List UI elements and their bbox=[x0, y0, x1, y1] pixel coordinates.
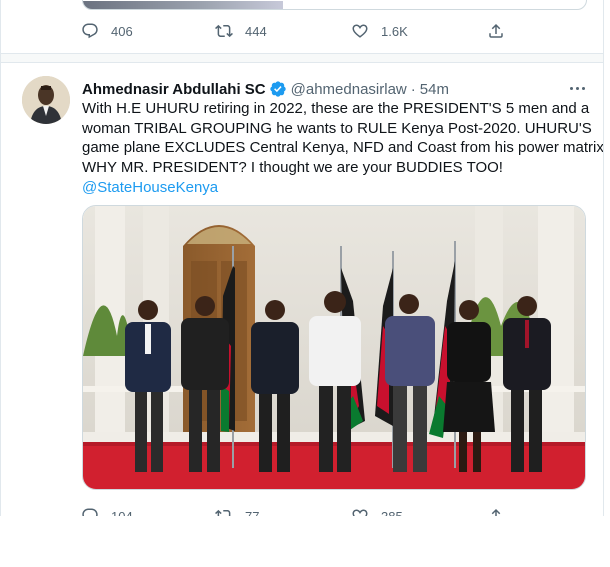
tweet-text-line: woman TRIBAL GROUPING he wants to RULE K… bbox=[82, 119, 592, 137]
like-count: 1.6K bbox=[381, 23, 408, 39]
tweet-text-line: WHY MR. PRESIDENT? I thought we are your… bbox=[82, 159, 503, 177]
tweet-text-line: With H.E UHURU retiring in 2022, these a… bbox=[82, 100, 590, 117]
reply-icon bbox=[82, 23, 98, 39]
display-name[interactable]: Ahmednasir Abdullahi SC bbox=[82, 81, 266, 98]
reply-button[interactable]: 104 bbox=[81, 505, 133, 516]
tweet-actions: 104 77 385 bbox=[81, 505, 591, 516]
tweet-text: With H.E UHURU retiring in 2022, these a… bbox=[82, 99, 604, 198]
retweet-count: 77 bbox=[245, 508, 260, 517]
share-button[interactable] bbox=[487, 20, 505, 42]
tweet-text-line: game plane EXCLUDES Central Kenya, NFD a… bbox=[82, 139, 604, 157]
reply-count: 406 bbox=[111, 23, 133, 39]
tweet-header: Ahmednasir Abdullahi SC @ahmednasirlaw ·… bbox=[82, 79, 449, 99]
more-icon bbox=[569, 86, 573, 90]
share-button[interactable] bbox=[487, 505, 505, 516]
retweet-icon bbox=[215, 24, 233, 38]
retweet-button[interactable]: 77 bbox=[215, 505, 259, 516]
tweet-photo[interactable] bbox=[82, 205, 586, 490]
previous-tweet-media[interactable] bbox=[82, 0, 587, 10]
reply-icon bbox=[82, 508, 98, 516]
handle[interactable]: @ahmednasirlaw bbox=[291, 81, 407, 98]
like-icon bbox=[352, 24, 368, 38]
retweet-button[interactable]: 444 bbox=[215, 20, 267, 42]
like-button[interactable]: 1.6K bbox=[351, 20, 408, 42]
retweet-icon bbox=[215, 509, 231, 516]
separator-dot: · bbox=[410, 80, 416, 98]
previous-tweet-actions: 406 444 1.6K bbox=[81, 20, 591, 42]
verified-icon bbox=[269, 81, 286, 97]
like-button[interactable]: 385 bbox=[351, 505, 403, 516]
avatar[interactable] bbox=[22, 76, 70, 124]
mention-link[interactable]: @StateHouseKenya bbox=[82, 179, 218, 196]
more-button[interactable] bbox=[567, 79, 587, 97]
timeline: 406 444 1.6K Ahmednasir Abdullahi SC @ah… bbox=[0, 0, 604, 516]
reply-count: 104 bbox=[111, 508, 133, 517]
tweet-divider bbox=[1, 53, 603, 63]
blank-area bbox=[0, 516, 610, 567]
like-count: 385 bbox=[381, 508, 403, 517]
timestamp[interactable]: 54m bbox=[420, 81, 449, 98]
share-icon bbox=[489, 23, 503, 38]
share-icon bbox=[491, 508, 501, 516]
retweet-count: 444 bbox=[245, 23, 267, 39]
like-icon bbox=[352, 509, 368, 516]
reply-button[interactable]: 406 bbox=[81, 20, 133, 42]
